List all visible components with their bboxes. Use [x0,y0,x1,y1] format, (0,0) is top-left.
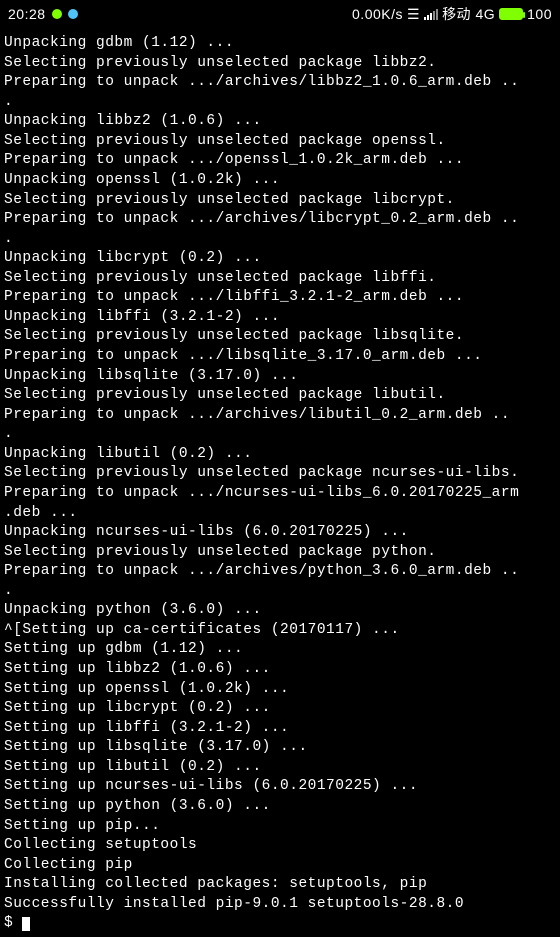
terminal-line: Setting up ncurses-ui-libs (6.0.20170225… [4,777,556,797]
terminal-line: Setting up libcrypt (0.2) ... [4,699,556,719]
status-bar: 20:28 0.00K/s ☰ 移动 4G 100 [0,0,560,28]
cursor-icon [22,917,30,931]
terminal-line: Unpacking python (3.6.0) ... [4,601,556,621]
terminal-output[interactable]: Unpacking gdbm (1.12) ...Selecting previ… [0,28,560,934]
status-right: 0.00K/s ☰ 移动 4G 100 [352,5,552,24]
terminal-line: Selecting previously unselected package … [4,132,556,152]
terminal-line: Setting up libsqlite (3.17.0) ... [4,738,556,758]
terminal-line: Preparing to unpack .../archives/libcryp… [4,210,556,230]
terminal-line: Setting up libffi (3.2.1-2) ... [4,719,556,739]
terminal-line: Setting up libutil (0.2) ... [4,758,556,778]
battery-percent: 100 [527,5,552,24]
battery-icon [499,8,523,20]
terminal-line: Setting up openssl (1.0.2k) ... [4,680,556,700]
terminal-line: Setting up python (3.6.0) ... [4,797,556,817]
terminal-line: Preparing to unpack .../libsqlite_3.17.0… [4,347,556,367]
terminal-line: Selecting previously unselected package … [4,386,556,406]
terminal-line: .deb ... [4,504,556,524]
terminal-line: Unpacking gdbm (1.12) ... [4,34,556,54]
terminal-line: Successfully installed pip-9.0.1 setupto… [4,895,556,915]
terminal-line: Selecting previously unselected package … [4,464,556,484]
notification-dot-icon [52,9,62,19]
terminal-line: Collecting setuptools [4,836,556,856]
terminal-line: Preparing to unpack .../libffi_3.2.1-2_a… [4,288,556,308]
sim-icon: ☰ [407,5,420,24]
signal-icon [424,8,438,20]
terminal-line: Unpacking libffi (3.2.1-2) ... [4,308,556,328]
carrier-label: 移动 4G [442,5,495,24]
terminal-line: Selecting previously unselected package … [4,54,556,74]
clock: 20:28 [8,5,46,24]
terminal-line: Preparing to unpack .../openssl_1.0.2k_a… [4,151,556,171]
terminal-prompt[interactable]: $ [4,914,556,934]
terminal-line: Unpacking libutil (0.2) ... [4,445,556,465]
terminal-line: Setting up libbz2 (1.0.6) ... [4,660,556,680]
terminal-line: Unpacking openssl (1.0.2k) ... [4,171,556,191]
terminal-line: ^[Setting up ca-certificates (20170117) … [4,621,556,641]
terminal-line: Setting up pip... [4,817,556,837]
terminal-line: Unpacking libsqlite (3.17.0) ... [4,367,556,387]
network-speed: 0.00K/s [352,5,403,24]
terminal-line: Preparing to unpack .../archives/libutil… [4,406,556,426]
status-left: 20:28 [8,5,78,24]
terminal-line: . [4,230,556,250]
terminal-line: Collecting pip [4,856,556,876]
terminal-line: Selecting previously unselected package … [4,269,556,289]
terminal-line: . [4,425,556,445]
terminal-line: Selecting previously unselected package … [4,543,556,563]
notification-dot-icon [68,9,78,19]
terminal-line: Unpacking libbz2 (1.0.6) ... [4,112,556,132]
terminal-line: Preparing to unpack .../archives/libbz2_… [4,73,556,93]
terminal-line: . [4,93,556,113]
terminal-line: . [4,582,556,602]
terminal-line: Preparing to unpack .../ncurses-ui-libs_… [4,484,556,504]
terminal-line: Preparing to unpack .../archives/python_… [4,562,556,582]
terminal-line: Installing collected packages: setuptool… [4,875,556,895]
terminal-line: Unpacking ncurses-ui-libs (6.0.20170225)… [4,523,556,543]
terminal-line: Unpacking libcrypt (0.2) ... [4,249,556,269]
terminal-line: Selecting previously unselected package … [4,191,556,211]
terminal-line: Setting up gdbm (1.12) ... [4,640,556,660]
terminal-line: Selecting previously unselected package … [4,327,556,347]
